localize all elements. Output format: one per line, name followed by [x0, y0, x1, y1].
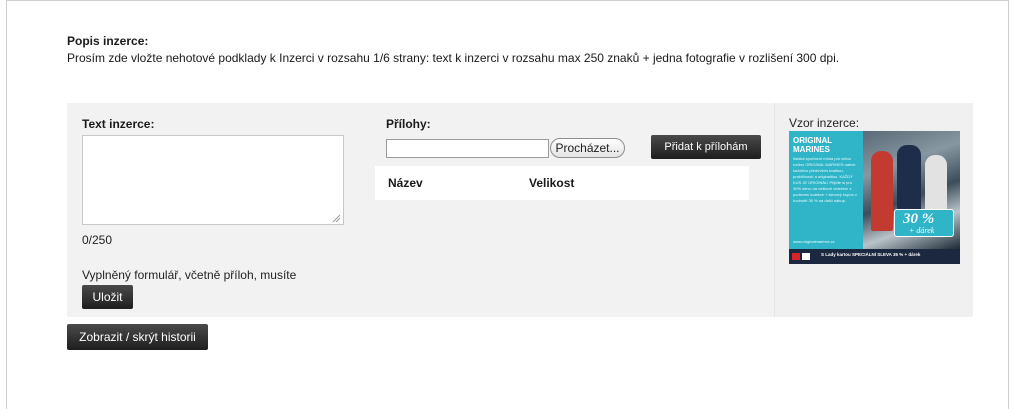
- ad-form-panel: Text inzerce: 0/250 Přílohy: Procházet..…: [67, 103, 774, 317]
- sample-ad-panel: Vzor inzerce: ORIGINAL MARINES Italská s…: [774, 103, 973, 317]
- save-button[interactable]: Uložit: [82, 285, 133, 309]
- intro-title: Popis inzerce:: [67, 34, 149, 48]
- text-label: Text inzerce:: [82, 117, 155, 131]
- column-header-name: Název: [388, 176, 423, 190]
- attachments-table: Název Velikost: [375, 166, 749, 200]
- file-path-input[interactable]: [386, 139, 549, 158]
- ad-strip-text: S Lady kartou SPECIÁLNÍ SLEVA 35 % + dár…: [821, 252, 921, 257]
- ad-brand-title: ORIGINAL MARINES: [793, 136, 833, 154]
- ad-discount-tag: 30 % + dárek: [894, 209, 954, 237]
- column-header-size: Velikost: [529, 176, 575, 190]
- toggle-history-button[interactable]: Zobrazit / skrýt historii: [67, 324, 208, 350]
- ad-logo-icon: [792, 253, 800, 260]
- intro-section: Popis inzerce: Prosím zde vložte nehotov…: [67, 34, 967, 66]
- sample-ad-image: ORIGINAL MARINES Italská sportovní móda …: [789, 131, 960, 264]
- ad-url: www.originalmarines.cz: [793, 239, 835, 244]
- browse-button[interactable]: Procházet...: [550, 138, 625, 158]
- ad-logo-secondary-icon: [802, 253, 810, 260]
- char-counter: 0/250: [82, 233, 113, 247]
- resize-grip-icon[interactable]: [331, 213, 341, 223]
- intro-instructions: Prosím zde vložte nehotové podklady k In…: [67, 51, 840, 65]
- ad-text-field[interactable]: [82, 135, 344, 225]
- ad-body-text: Italská sportovní móda pro celou rodinu …: [793, 156, 857, 203]
- add-attachment-button[interactable]: Přidat k přílohám: [651, 135, 761, 159]
- sample-label: Vzor inzerce:: [789, 116, 860, 130]
- attachments-label: Přílohy:: [386, 117, 431, 131]
- ad-bottom-strip: S Lady kartou SPECIÁLNÍ SLEVA 35 % + dár…: [789, 249, 960, 264]
- form-footer-note: Vyplněný formulář, včetně příloh, musíte: [82, 268, 297, 282]
